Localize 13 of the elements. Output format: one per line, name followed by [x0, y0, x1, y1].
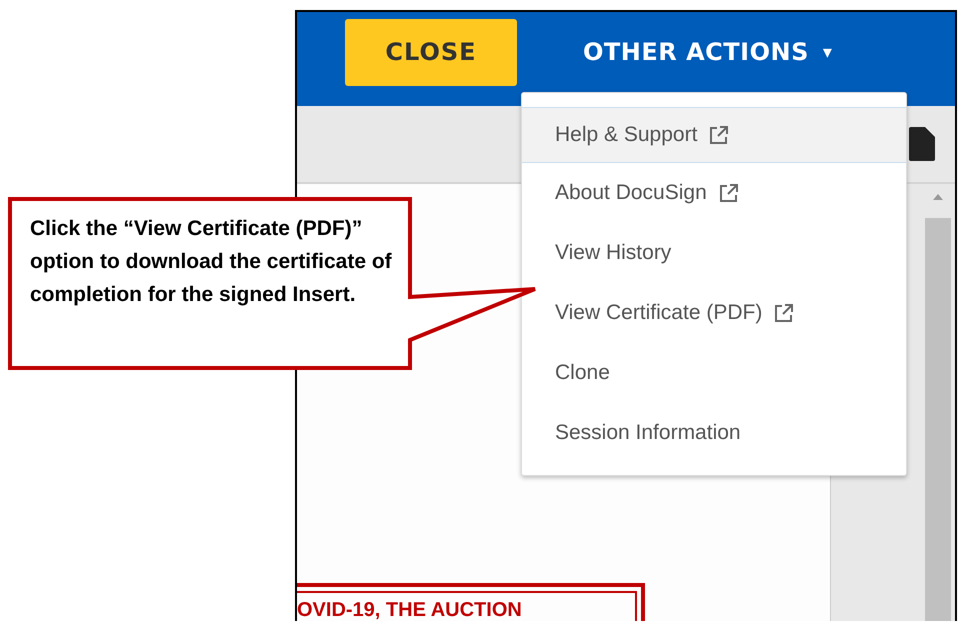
menu-item[interactable]: Session Information: [522, 403, 906, 463]
menu-item[interactable]: View History: [522, 223, 906, 283]
other-actions-button[interactable]: OTHER ACTIONS ▾: [583, 38, 832, 66]
menu-item[interactable]: Help & Support: [522, 107, 906, 163]
document-heading: OVID-19, THE AUCTION: [297, 599, 523, 621]
menu-item[interactable]: About DocuSign: [522, 163, 906, 223]
menu-item[interactable]: View Certificate (PDF): [522, 283, 906, 343]
menu-item[interactable]: Clone: [522, 343, 906, 403]
document-icon[interactable]: [909, 127, 935, 161]
scrollbar-thumb[interactable]: [925, 218, 951, 621]
scroll-up-icon[interactable]: [933, 194, 943, 200]
close-button[interactable]: CLOSE: [345, 18, 517, 86]
callout-text: Click the “View Certificate (PDF)” option to download the certificate of completion for the signed Insert.: [30, 216, 392, 308]
